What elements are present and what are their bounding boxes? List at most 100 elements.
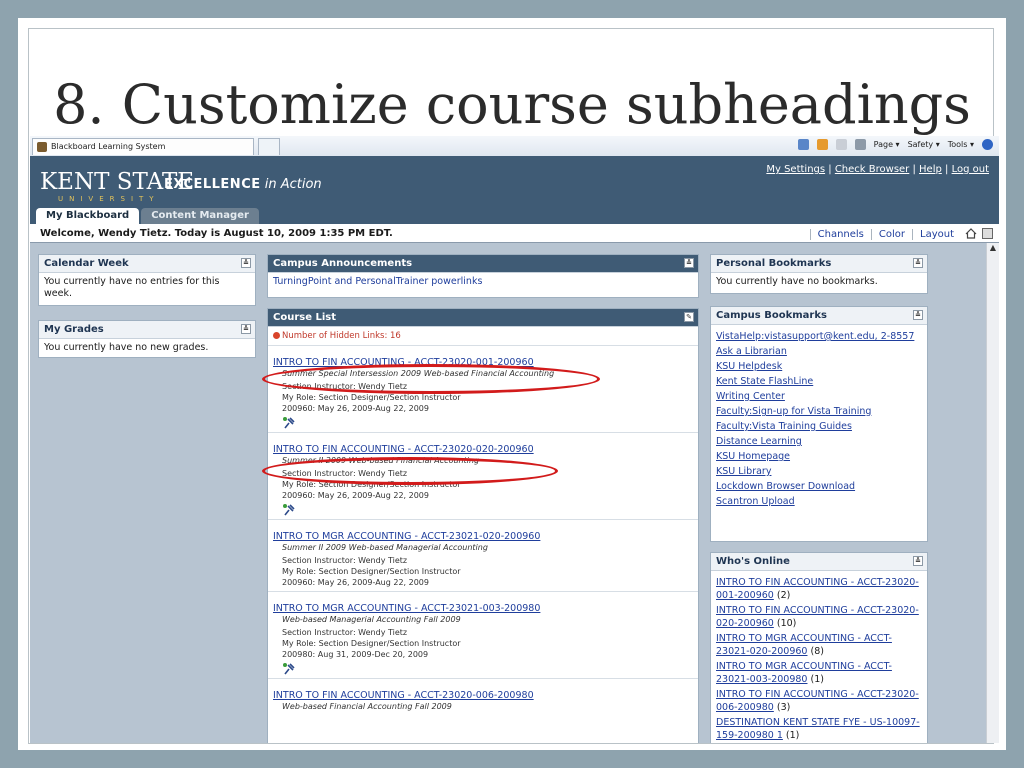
check-browser-link[interactable]: Check Browser <box>835 164 909 175</box>
course-subheading: Summer II 2009 Web-based Financial Accou… <box>282 456 480 465</box>
online-course-link[interactable]: INTRO TO FIN ACCOUNTING - ACCT-23020-001… <box>716 577 919 601</box>
bookmark-link[interactable]: Writing Center <box>716 391 785 402</box>
browser-tab[interactable]: Blackboard Learning System <box>32 138 254 155</box>
campus-announcements-module: Campus Announcements ≚ TurningPoint and P… <box>267 254 699 298</box>
welcome-message: Welcome, Wendy Tietz. Today is August 10… <box>40 228 393 239</box>
browser-screenshot: Blackboard Learning System Page ▾ Safety… <box>30 136 999 743</box>
tab-content-manager[interactable]: Content Manager <box>141 208 259 224</box>
help-link[interactable]: Help <box>919 164 942 175</box>
rss-feed-icon[interactable] <box>816 139 828 150</box>
pin-icon[interactable] <box>273 502 693 516</box>
print-icon[interactable] <box>854 139 866 150</box>
collapse-icon[interactable]: ≚ <box>684 258 694 268</box>
bookmark-link[interactable]: Ask a Librarian <box>716 346 787 357</box>
bookmark-link[interactable]: Lockdown Browser Download <box>716 481 855 492</box>
scroll-up-icon[interactable]: ▲ <box>988 243 998 253</box>
course-link[interactable]: INTRO TO FIN ACCOUNTING - ACCT-23020-006… <box>273 690 534 701</box>
online-count: (3) <box>776 702 791 713</box>
calendar-title: Calendar Week <box>44 258 129 269</box>
new-tab-button[interactable] <box>258 138 280 155</box>
tagline-bold: EXCELLENCE <box>164 177 261 192</box>
calendar-body: You currently have no entries for this w… <box>44 276 220 299</box>
announcement-link[interactable]: TurningPoint and PersonalTrainer powerli… <box>273 276 482 287</box>
course-link[interactable]: INTRO TO MGR ACCOUNTING - ACCT-23021-003… <box>273 603 540 614</box>
mail-icon[interactable] <box>835 139 847 150</box>
bookmark-link[interactable]: Scantron Upload <box>716 496 795 507</box>
online-entry: INTRO TO MGR ACCOUNTING - ACCT-23021-003… <box>716 660 922 686</box>
course-item: INTRO TO FIN ACCOUNTING - ACCT-23020-020… <box>268 433 698 520</box>
online-course-link[interactable]: INTRO TO MGR ACCOUNTING - ACCT-23021-003… <box>716 661 892 685</box>
help-icon[interactable] <box>982 139 993 150</box>
course-list-module: Course List ✎ Number of Hidden Links: 16 … <box>267 308 699 743</box>
course-dates: 200960: May 26, 2009-Aug 22, 2009 <box>282 578 429 587</box>
color-link[interactable]: Color <box>870 229 912 240</box>
course-item: INTRO TO FIN ACCOUNTING - ACCT-23020-006… <box>268 679 698 714</box>
online-course-link[interactable]: DESTINATION KENT STATE FYE - US-10097-15… <box>716 717 920 741</box>
bookmark-link[interactable]: Faculty:Vista Training Guides <box>716 421 852 432</box>
whos-online-list: INTRO TO FIN ACCOUNTING - ACCT-23020-001… <box>711 571 927 743</box>
my-settings-link[interactable]: My Settings <box>766 164 825 175</box>
whos-online-module: Who's Online ≚ INTRO TO FIN ACCOUNTING - … <box>710 552 928 743</box>
collapse-icon[interactable]: ≚ <box>241 258 251 268</box>
site-header: KENT STATE UNIVERSITY EXCELLENCE in Acti… <box>30 156 999 224</box>
bookmark-link[interactable]: Distance Learning <box>716 436 802 447</box>
pin-icon[interactable] <box>273 415 693 429</box>
bookmark-link[interactable]: VistaHelp:vistasupport@kent.edu, 2-8557 <box>716 331 914 342</box>
course-link[interactable]: INTRO TO MGR ACCOUNTING - ACCT-23021-020… <box>273 531 540 542</box>
collapse-icon[interactable]: ≚ <box>913 556 923 566</box>
online-count: (8) <box>810 646 824 657</box>
safety-menu[interactable]: Safety ▾ <box>908 140 940 149</box>
online-course-link[interactable]: INTRO TO FIN ACCOUNTING - ACCT-23020-006… <box>716 689 919 713</box>
online-entry: INTRO TO MGR ACCOUNTING - ACCT-23021-020… <box>716 632 922 658</box>
bookmark-link[interactable]: Kent State FlashLine <box>716 376 813 387</box>
channels-link[interactable]: Channels <box>809 229 871 240</box>
online-entry: INTRO TO FIN ACCOUNTING - ACCT-23020-001… <box>716 576 922 602</box>
collapse-icon[interactable]: ≚ <box>913 258 923 268</box>
course-role: My Role: Section Designer/Section Instru… <box>282 639 461 648</box>
collapse-icon[interactable]: ≚ <box>241 324 251 334</box>
page-menu[interactable]: Page ▾ <box>874 140 900 149</box>
collapse-icon[interactable]: ≚ <box>913 310 923 320</box>
online-course-link[interactable]: INTRO TO FIN ACCOUNTING - ACCT-23020-020… <box>716 605 919 629</box>
tagline-italic: in Action <box>264 177 322 192</box>
options-icon[interactable] <box>982 228 993 239</box>
course-link[interactable]: INTRO TO FIN ACCOUNTING - ACCT-23020-001… <box>273 357 534 368</box>
hidden-links-note: Number of Hidden Links: 16 <box>268 327 698 346</box>
pin-icon[interactable] <box>273 661 693 675</box>
course-list-title: Course List <box>273 312 337 323</box>
warning-icon <box>273 332 280 339</box>
logo-university: UNIVERSITY <box>58 195 160 203</box>
bookmark-link[interactable]: KSU Helpdesk <box>716 361 782 372</box>
home-icon[interactable] <box>965 228 977 239</box>
campus-bookmarks-list: VistaHelp:vistasupport@kent.edu, 2-8557 … <box>711 325 927 513</box>
personal-bookmarks-module: Personal Bookmarks ≚ You currently have n… <box>710 254 928 294</box>
tools-menu[interactable]: Tools ▾ <box>948 140 974 149</box>
grades-title: My Grades <box>44 324 104 335</box>
bookmark-link[interactable]: KSU Homepage <box>716 451 790 462</box>
edit-pencil-icon[interactable]: ✎ <box>684 312 694 322</box>
tab-my-blackboard[interactable]: My Blackboard <box>36 208 140 224</box>
layout-link[interactable]: Layout <box>912 229 961 240</box>
bookmark-link[interactable]: KSU Library <box>716 466 771 477</box>
course-subheading: Web-based Financial Accounting Fall 2009 <box>282 702 452 711</box>
course-dates: 200960: May 26, 2009-Aug 22, 2009 <box>282 404 429 413</box>
hidden-links-text: Number of Hidden Links: 16 <box>282 331 401 341</box>
course-link[interactable]: INTRO TO FIN ACCOUNTING - ACCT-23020-020… <box>273 444 534 455</box>
module-title: Course List ✎ <box>268 309 698 327</box>
course-dates: 200980: Aug 31, 2009-Dec 20, 2009 <box>282 650 429 659</box>
slide-title: 8. Customize course subheadings <box>53 73 971 136</box>
online-course-link[interactable]: INTRO TO MGR ACCOUNTING - ACCT-23021-020… <box>716 633 892 657</box>
course-subheading: Web-based Managerial Accounting Fall 200… <box>282 615 461 624</box>
module-title: Calendar Week ≚ <box>39 255 255 273</box>
bookmark-link[interactable]: Faculty:Sign-up for Vista Training <box>716 406 871 417</box>
grades-body: You currently have no new grades. <box>44 342 209 353</box>
course-subheading: Summer Special Intersession 2009 Web-bas… <box>282 369 555 378</box>
online-entry: INTRO TO FIN ACCOUNTING - ACCT-23020-020… <box>716 604 922 630</box>
log-out-link[interactable]: Log out <box>952 164 989 175</box>
online-entry: INTRO TO FIN ACCOUNTING - ACCT-23020-006… <box>716 688 922 714</box>
home-icon[interactable] <box>797 139 809 150</box>
course-instructor: Section Instructor: Wendy Tietz <box>282 382 408 391</box>
vertical-scrollbar[interactable]: ▲ <box>986 243 999 743</box>
my-grades-module: My Grades ≚ You currently have no new gra… <box>38 320 256 358</box>
module-title: Personal Bookmarks ≚ <box>711 255 927 273</box>
